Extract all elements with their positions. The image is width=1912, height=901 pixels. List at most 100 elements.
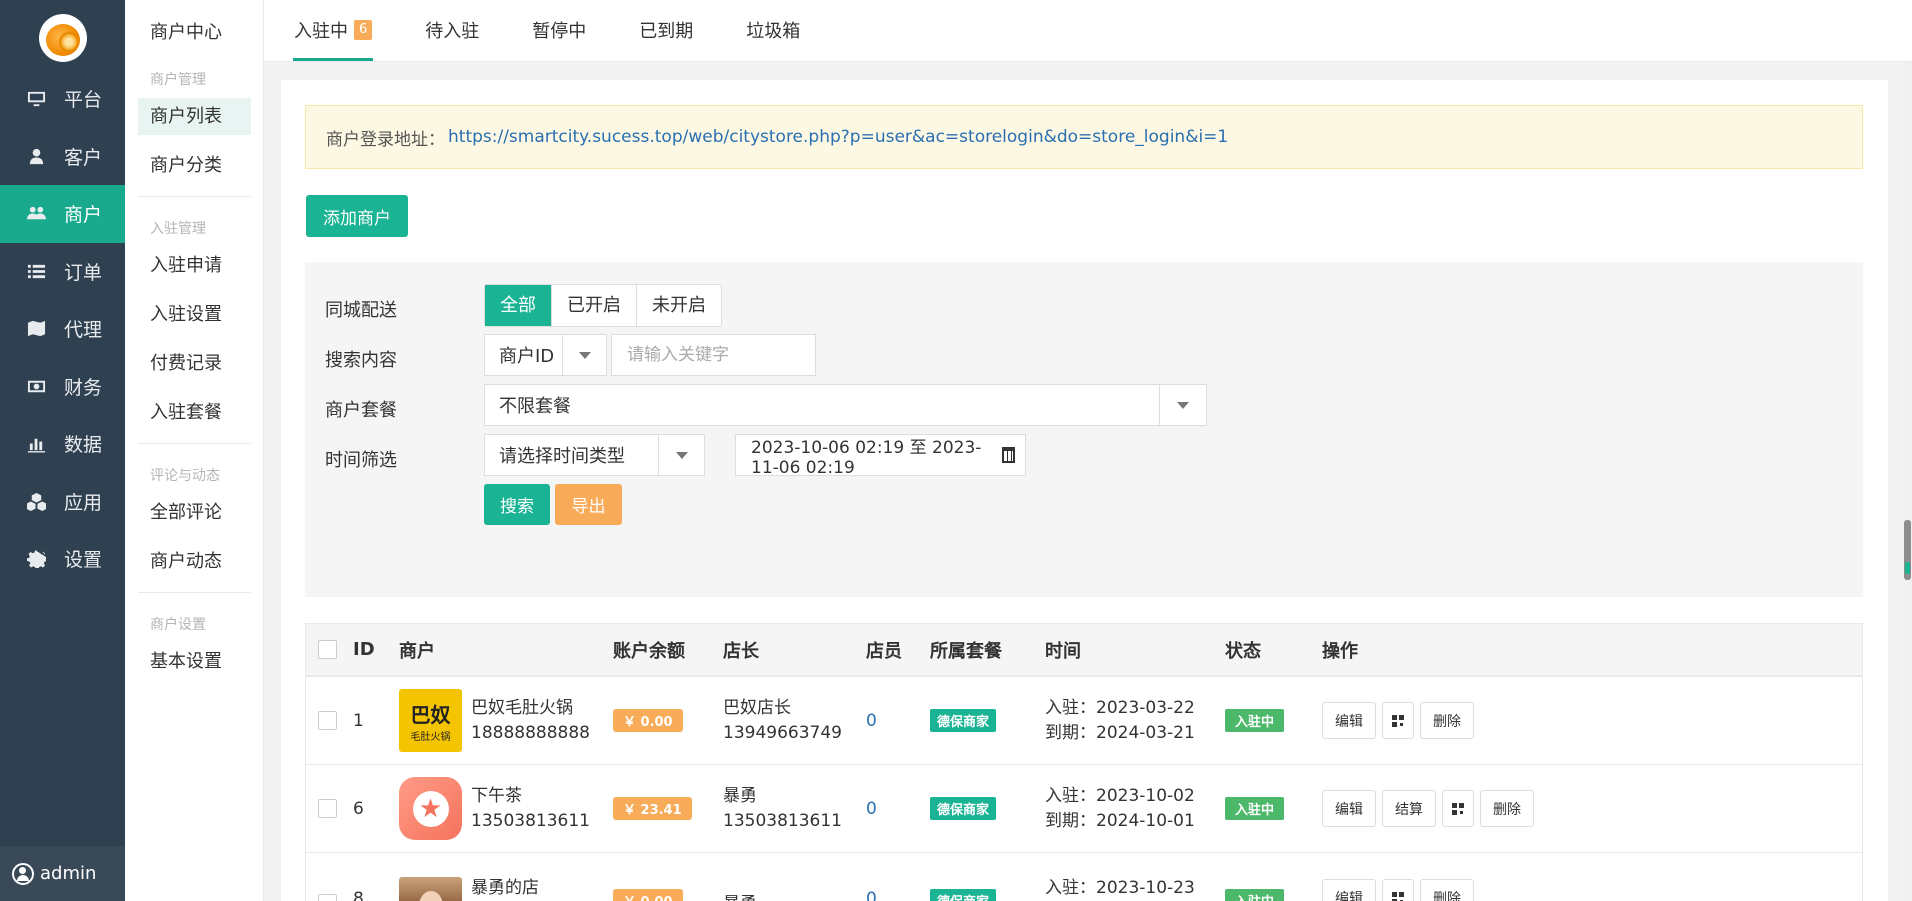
nav-label: 商户 (64, 204, 103, 227)
table-row: 6 ★ 下午茶 13503813611 ￥ 23.41 暴勇 135038136… (306, 765, 1862, 853)
login-url-link[interactable]: https://smartcity.sucess.top/web/citysto… (448, 127, 1228, 147)
delivery-option-enabled[interactable]: 已开启 (552, 285, 637, 326)
table-row: 8 暴勇的店 ￥ 0.00 暴勇 0 德保商家 入驻：2023-10-23 入驻… (306, 853, 1862, 901)
submenu-item-all-comments[interactable]: 全部评论 (138, 494, 251, 531)
tab-pending[interactable]: 待入驻 (425, 0, 479, 61)
table-header: ID 商户 账户余额 店长 店员 所属套餐 时间 状态 操作 (306, 624, 1862, 677)
nav-item-customer[interactable]: 客户 (0, 128, 125, 186)
col-manager: 店长 (723, 640, 759, 662)
merchant-id: 8 (353, 889, 364, 901)
tab-paused[interactable]: 暂停中 (532, 0, 586, 61)
expire-date: 到期：2024-10-01 (1045, 810, 1195, 831)
submenu-group-title: 入驻管理 (150, 221, 206, 237)
qrcode-button[interactable] (1382, 702, 1414, 739)
nav-label: 财务 (64, 376, 103, 399)
balance-badge: ￥ 0.00 (613, 709, 683, 732)
nav-item-merchant[interactable]: 商户 (0, 185, 125, 243)
edit-button[interactable]: 编辑 (1322, 702, 1376, 739)
nav-item-finance[interactable]: 财务 (0, 358, 125, 416)
submenu-item-join-package[interactable]: 入驻套餐 (138, 394, 251, 431)
submenu-item-merchant-list[interactable]: 商户列表 (138, 98, 251, 135)
submenu-item-merchant-feed[interactable]: 商户动态 (138, 543, 251, 580)
merchant-id: 6 (353, 798, 364, 819)
search-input[interactable] (611, 334, 816, 376)
staff-count-link[interactable]: 0 (866, 799, 877, 819)
delete-button[interactable]: 删除 (1480, 790, 1534, 827)
nav-label: 平台 (64, 89, 103, 112)
settle-button[interactable]: 结算 (1382, 790, 1436, 827)
list-icon (26, 261, 46, 281)
delivery-option-disabled[interactable]: 未开启 (637, 285, 721, 326)
nav-item-agent[interactable]: 代理 (0, 300, 125, 358)
bar-chart-icon (26, 434, 46, 454)
submenu-title: 商户中心 (150, 22, 222, 43)
nav-label: 客户 (64, 146, 103, 169)
qrcode-button[interactable] (1442, 790, 1474, 827)
tab-trash[interactable]: 垃圾箱 (746, 0, 800, 61)
row-actions: 编辑 结算 删除 (1322, 790, 1534, 827)
count-badge: 6 (354, 20, 373, 40)
submenu-item-apply[interactable]: 入驻申请 (138, 247, 251, 284)
package-badge: 德保商家 (930, 889, 997, 901)
divider (138, 196, 251, 197)
join-date: 入驻：2023-10-23 (1045, 878, 1195, 898)
merchant-avatar (399, 877, 462, 901)
row-checkbox[interactable] (318, 799, 337, 818)
submenu-item-join-settings[interactable]: 入驻设置 (138, 296, 251, 333)
nav-label: 代理 (64, 319, 103, 342)
search-field-select[interactable]: 商户ID (484, 334, 607, 376)
merchant-phone: 13503813611 (471, 810, 590, 831)
time-type-select[interactable]: 请选择时间类型 (484, 434, 705, 476)
select-value: 不限套餐 (499, 396, 571, 417)
package-select[interactable]: 不限套餐 (484, 384, 1207, 426)
staff-count-link[interactable]: 0 (866, 711, 877, 731)
staff-count-link[interactable]: 0 (866, 889, 877, 901)
secondary-menu: 商户中心 商户管理 商户列表 商户分类 入驻管理 入驻申请 入驻设置 付费记录 … (125, 0, 264, 901)
col-time: 时间 (1045, 640, 1081, 662)
row-checkbox[interactable] (318, 894, 337, 901)
monitor-icon (26, 89, 46, 109)
delivery-label: 同城配送 (325, 300, 397, 321)
export-button[interactable]: 导出 (555, 484, 622, 525)
submenu-group-title: 商户管理 (150, 72, 206, 88)
manager-name: 暴勇 (723, 889, 757, 901)
col-actions: 操作 (1322, 640, 1358, 662)
delivery-option-all[interactable]: 全部 (485, 285, 552, 326)
merchant-table: ID 商户 账户余额 店长 店员 所属套餐 时间 状态 操作 1 巴奴 毛肚火锅… (305, 623, 1863, 901)
search-label: 搜索内容 (325, 350, 397, 371)
logo-subtext: 毛肚火锅 (410, 731, 451, 743)
col-package: 所属套餐 (930, 640, 1002, 662)
submenu-item-payment-records[interactable]: 付费记录 (138, 345, 251, 382)
nav-item-order[interactable]: 订单 (0, 243, 125, 301)
tab-active-merchants[interactable]: 入驻中 6 (292, 0, 374, 61)
delete-button[interactable]: 删除 (1420, 879, 1474, 901)
time-info: 入驻：2023-10-02 到期：2024-10-01 (1045, 784, 1195, 834)
time-label: 时间筛选 (325, 450, 397, 471)
submenu-item-basic-settings[interactable]: 基本设置 (138, 643, 251, 680)
qrcode-button[interactable] (1382, 879, 1414, 901)
row-checkbox[interactable] (318, 711, 337, 730)
tab-expired[interactable]: 已到期 (639, 0, 693, 61)
date-range-input[interactable]: 2023-10-06 02:19 至 2023-11-06 02:19 (735, 434, 1026, 478)
nav-label: 数据 (64, 434, 103, 457)
edit-button[interactable]: 编辑 (1322, 790, 1376, 827)
filter-panel: 同城配送 全部 已开启 未开启 搜索内容 商户ID 商户套餐 不限套餐 时间筛选… (305, 262, 1863, 597)
qrcode-icon (1392, 714, 1404, 727)
search-button[interactable]: 搜索 (484, 484, 550, 525)
current-user[interactable]: admin (0, 846, 125, 901)
edit-button[interactable]: 编辑 (1322, 879, 1376, 901)
row-actions: 编辑 删除 (1322, 879, 1474, 901)
nav-item-data[interactable]: 数据 (0, 415, 125, 473)
cubes-icon (26, 491, 46, 511)
nav-item-platform[interactable]: 平台 (0, 70, 125, 128)
select-all-checkbox[interactable] (318, 640, 337, 659)
nav-item-settings[interactable]: 设置 (0, 530, 125, 588)
add-merchant-button[interactable]: 添加商户 (306, 195, 408, 237)
page-scrollbar[interactable] (1903, 62, 1912, 901)
manager-name: 暴勇 (723, 785, 757, 806)
expire-date: 到期：2024-03-21 (1045, 722, 1195, 743)
delete-button[interactable]: 删除 (1420, 702, 1474, 739)
submenu-item-merchant-category[interactable]: 商户分类 (138, 147, 251, 184)
nav-item-apps[interactable]: 应用 (0, 473, 125, 531)
submenu-group-title: 商户设置 (150, 617, 206, 633)
